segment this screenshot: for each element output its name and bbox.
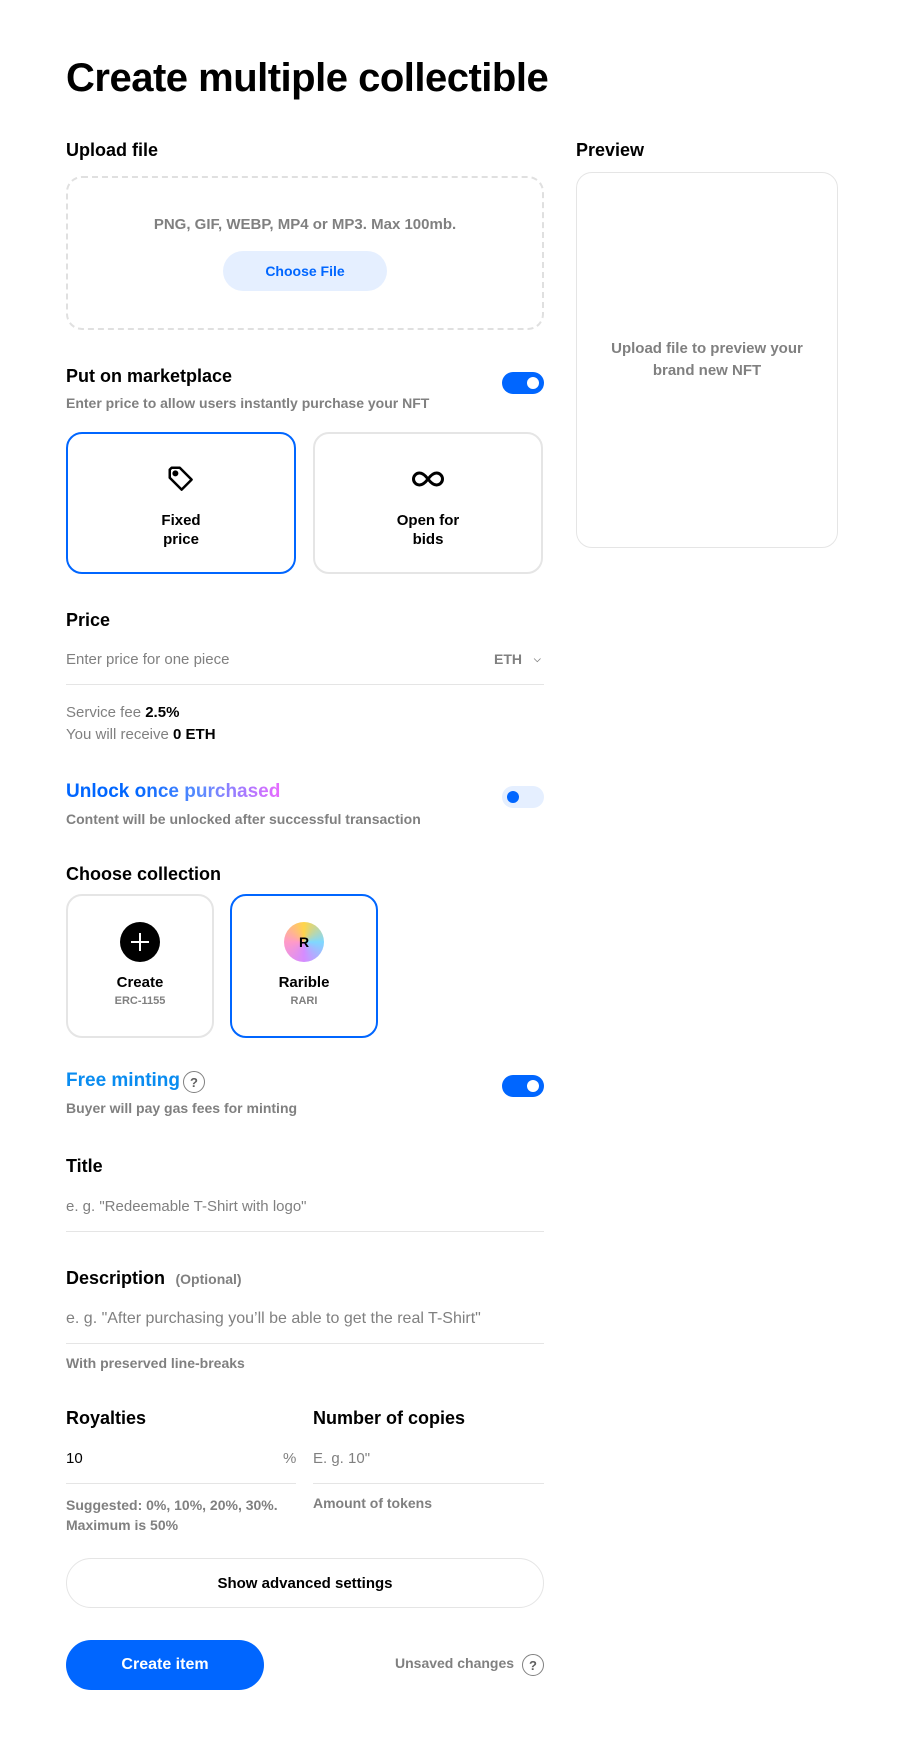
title-underline [66, 1231, 544, 1232]
create-item-button[interactable]: Create item [66, 1640, 264, 1690]
royalties-hint-line2: Maximum is 50% [66, 1517, 179, 1533]
receive-label: You will receive [66, 726, 169, 743]
royalties-underline [66, 1483, 296, 1484]
upload-hint: PNG, GIF, WEBP, MP4 or MP3. Max 100mb. [153, 216, 457, 233]
free-minting-description: Buyer will pay gas fees for minting [66, 1100, 298, 1116]
method-label: Fixed price [161, 512, 201, 548]
description-hint: With preserved line-breaks [66, 1355, 245, 1371]
preview-panel: Upload file to preview your brand new NF… [576, 172, 838, 548]
copies-label: Number of copies [313, 1408, 466, 1428]
copies-hint: Amount of tokens [313, 1495, 432, 1511]
page-title: Create multiple collectible [66, 56, 549, 100]
rarible-logo-letter: R [298, 934, 310, 950]
copies-input[interactable]: E. g. 10" [313, 1450, 370, 1467]
show-advanced-settings-button[interactable]: Show advanced settings [66, 1558, 544, 1608]
description-header: Description (Optional) [66, 1268, 242, 1289]
toggle-knob [527, 1080, 539, 1092]
unlock-label-part2: once purchased [134, 781, 281, 802]
receive-value: 0 ETH [173, 726, 216, 743]
description-optional: (Optional) [175, 1271, 242, 1287]
copies-underline [313, 1483, 544, 1484]
title-input[interactable]: e. g. "Redeemable T-Shirt with logo" [66, 1198, 307, 1215]
collection-name: Rarible [278, 974, 330, 991]
unlock-description: Content will be unlocked after successfu… [66, 811, 421, 827]
collection-label: Choose collection [66, 864, 222, 884]
plus-icon [120, 922, 160, 962]
method-open-for-bids[interactable]: Open for bids [313, 432, 543, 574]
toggle-knob [507, 791, 519, 803]
chevron-down-icon: ⌵ [533, 654, 541, 664]
free-minting-help-icon[interactable]: ? [183, 1071, 205, 1093]
royalties-label: Royalties [66, 1408, 147, 1428]
currency-select[interactable]: ETH ⌵ [494, 651, 541, 667]
infinity-icon [412, 471, 444, 487]
price-input[interactable]: Enter price for one piece [66, 651, 229, 668]
royalties-hint: Suggested: 0%, 10%, 20%, 30%. Maximum is… [66, 1495, 278, 1535]
toggle-knob [527, 377, 539, 389]
service-fee-row: Service fee 2.5% [66, 702, 216, 724]
title-label: Title [66, 1156, 103, 1176]
description-input[interactable]: e. g. "After purchasing you’ll be able t… [66, 1310, 481, 1328]
method-fixed-price[interactable]: Fixed price [66, 432, 296, 574]
upload-label: Upload file [66, 140, 159, 160]
fee-summary: Service fee 2.5% You will receive 0 ETH [66, 702, 216, 746]
service-fee-value: 2.5% [145, 704, 180, 721]
tag-icon [168, 466, 193, 491]
royalties-unit: % [283, 1450, 297, 1467]
free-minting-toggle[interactable] [502, 1075, 544, 1097]
unlock-toggle[interactable] [502, 786, 544, 808]
choose-file-button[interactable]: Choose File [223, 251, 387, 291]
unlock-label-part1: Unlock [66, 781, 130, 802]
receive-row: You will receive 0 ETH [66, 724, 216, 746]
unsaved-changes-status: Unsaved changes [395, 1655, 515, 1671]
marketplace-toggle[interactable] [502, 372, 544, 394]
price-underline [66, 684, 544, 685]
method-label: Open for bids [396, 512, 460, 548]
collection-create[interactable]: Create ERC-1155 [66, 894, 214, 1038]
royalties-input[interactable]: 10 [66, 1450, 83, 1467]
description-label: Description [66, 1268, 166, 1288]
marketplace-description: Enter price to allow users instantly pur… [66, 395, 430, 411]
preview-placeholder: Upload file to preview your brand new NF… [611, 340, 803, 379]
description-underline [66, 1343, 544, 1344]
collection-rarible[interactable]: R Rarible RARI [230, 894, 378, 1038]
preview-label: Preview [576, 140, 645, 160]
collection-standard: ERC-1155 [114, 995, 166, 1007]
service-fee-label: Service fee [66, 704, 142, 721]
price-label: Price [66, 610, 111, 630]
unlock-label: Unlock once purchased [66, 781, 280, 803]
collection-ticker: RARI [290, 995, 318, 1007]
marketplace-label: Put on marketplace [66, 366, 233, 386]
rarible-logo-icon: R [284, 922, 324, 962]
free-minting-label: Free minting [66, 1070, 181, 1091]
collection-name: Create [116, 974, 164, 991]
upload-dropzone[interactable]: PNG, GIF, WEBP, MP4 or MP3. Max 100mb. C… [66, 176, 544, 330]
currency-value: ETH [494, 651, 522, 667]
unsaved-help-icon[interactable]: ? [522, 1654, 544, 1676]
royalties-hint-line1: Suggested: 0%, 10%, 20%, 30%. [66, 1497, 278, 1513]
